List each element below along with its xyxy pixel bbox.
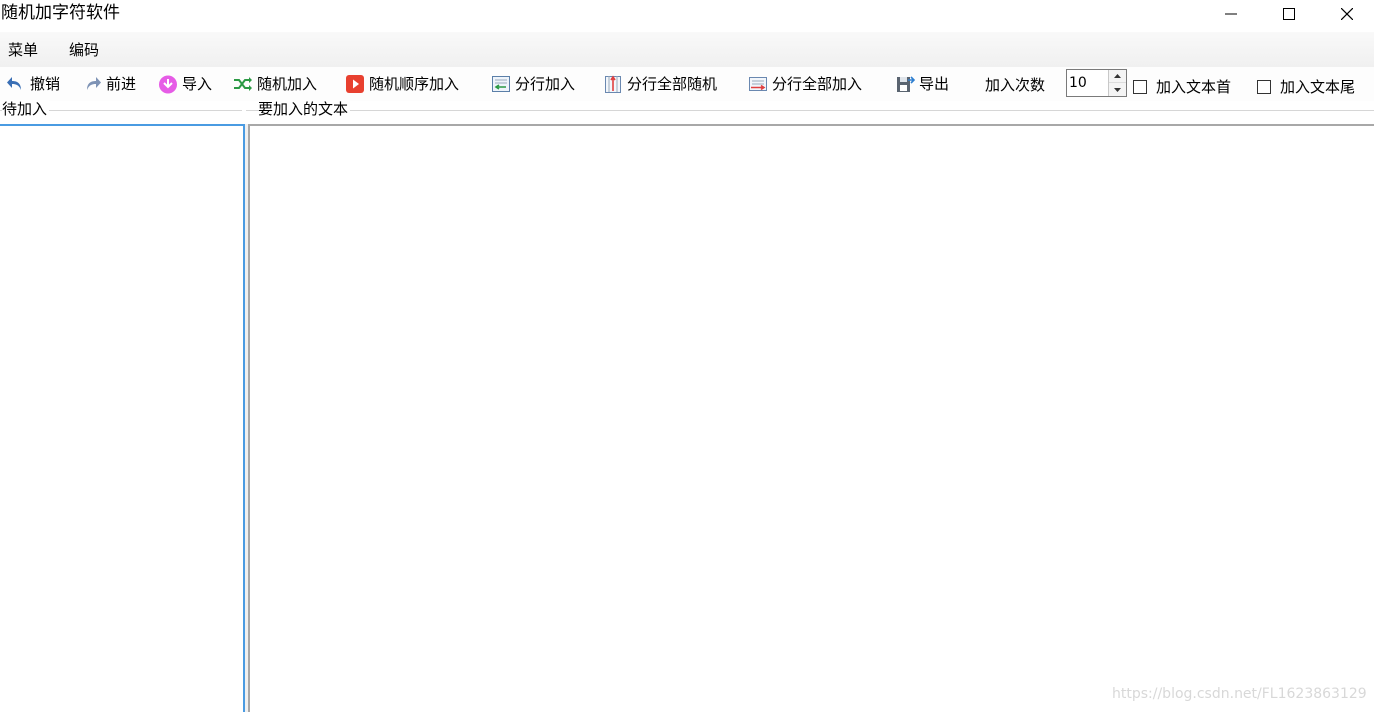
pending-group-label: 待加入	[2, 100, 50, 118]
line-all-random-label: 分行全部随机	[627, 75, 718, 93]
add-to-text-start-label: 加入文本首	[1156, 78, 1232, 96]
toolbar: 撤销 前进 导入 随机加入 随机顺序加入 分行加入 分行全部随机 分行全部加入 …	[0, 67, 1374, 101]
line-all-add-label: 分行全部加入	[772, 75, 863, 93]
stepper-down-button[interactable]	[1109, 83, 1126, 96]
line-all-random-button[interactable]: 分行全部随机	[603, 71, 717, 97]
export-icon	[897, 76, 915, 92]
random-add-label: 随机加入	[257, 75, 318, 93]
maximize-icon	[1283, 8, 1295, 20]
menu-item-menu[interactable]: 菜单	[8, 40, 38, 60]
close-button[interactable]	[1318, 0, 1374, 28]
line-insert-icon	[492, 76, 510, 92]
redo-label: 前进	[106, 75, 137, 93]
caret-up-icon	[1114, 74, 1121, 78]
watermark: https://blog.csdn.net/FL1623863129	[1112, 686, 1367, 702]
target-text-input[interactable]	[248, 124, 1374, 712]
checkbox-box[interactable]	[1257, 79, 1271, 94]
app-window: 随机加字符软件 菜单 编码 撤销 前进 导入 随机加入 随机顺序加入 分行加入 …	[0, 0, 1374, 712]
undo-button[interactable]: 撤销	[6, 71, 60, 97]
close-icon	[1341, 8, 1353, 20]
export-label: 导出	[919, 75, 950, 93]
shuffle-icon	[234, 77, 252, 91]
random-add-button[interactable]: 随机加入	[233, 71, 317, 97]
line-all-add-button[interactable]: 分行全部加入	[748, 71, 862, 97]
line-add-label: 分行加入	[515, 75, 576, 93]
caret-down-icon	[1114, 87, 1121, 92]
stepper-up-button[interactable]	[1109, 70, 1126, 83]
line-all-icon	[749, 77, 767, 91]
add-count-value[interactable]: 10	[1069, 74, 1087, 92]
export-button[interactable]: 导出	[895, 71, 949, 97]
minimize-icon	[1225, 13, 1237, 15]
add-count-label: 加入次数	[985, 76, 1046, 94]
maximize-button[interactable]	[1260, 0, 1318, 28]
line-random-icon	[605, 75, 621, 93]
target-text-group-label: 要加入的文本	[258, 100, 351, 118]
checkbox-box[interactable]	[1133, 79, 1147, 94]
play-icon	[346, 75, 364, 93]
pending-text-input[interactable]	[0, 124, 245, 712]
add-count-stepper[interactable]: 10	[1066, 69, 1127, 97]
random-order-add-label: 随机顺序加入	[369, 75, 460, 93]
stepper-arrows	[1108, 70, 1126, 96]
menu-item-encoding[interactable]: 编码	[69, 40, 99, 60]
window-title: 随机加字符软件	[1, 3, 120, 23]
minimize-button[interactable]	[1202, 0, 1260, 28]
redo-icon	[87, 77, 101, 90]
import-icon	[159, 75, 177, 94]
undo-icon	[7, 77, 21, 90]
add-to-text-start-checkbox[interactable]: 加入文本首	[1133, 76, 1231, 97]
random-order-add-button[interactable]: 随机顺序加入	[345, 71, 459, 97]
title-bar: 随机加字符软件	[0, 0, 1374, 30]
line-add-button[interactable]: 分行加入	[491, 71, 575, 97]
undo-label: 撤销	[30, 75, 61, 93]
right-group-frame	[246, 110, 1374, 111]
menu-bar: 菜单 编码	[0, 32, 1374, 67]
import-label: 导入	[182, 75, 213, 93]
add-to-text-end-label: 加入文本尾	[1280, 78, 1356, 96]
redo-button[interactable]: 前进	[82, 71, 136, 97]
import-button[interactable]: 导入	[158, 71, 212, 97]
add-to-text-end-checkbox[interactable]: 加入文本尾	[1257, 76, 1355, 97]
